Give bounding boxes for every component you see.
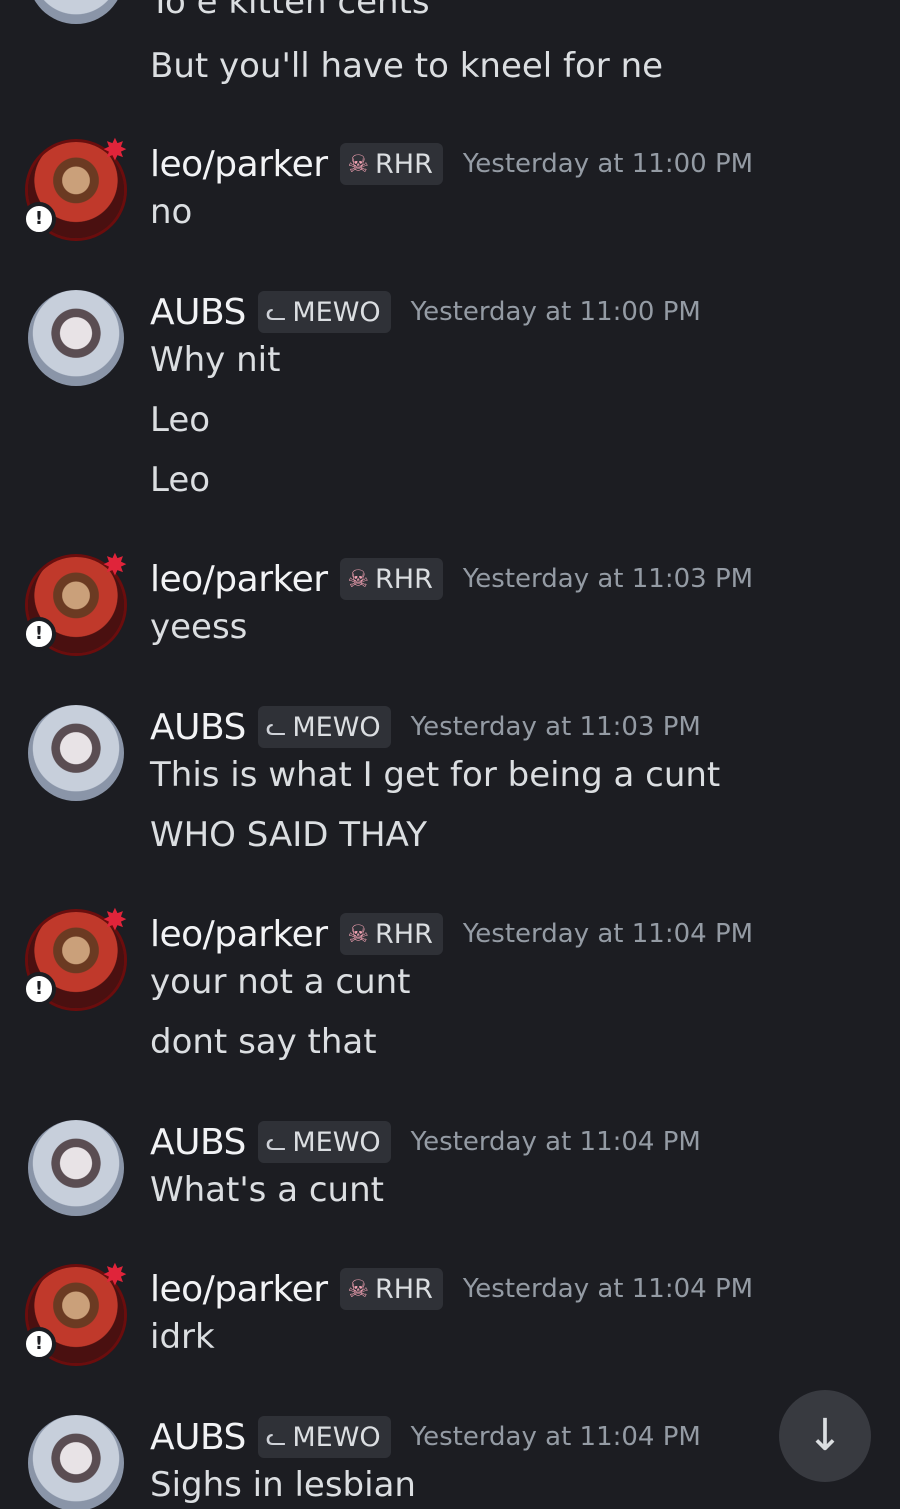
username[interactable]: AUBS (150, 1122, 246, 1163)
server-tag[interactable]: ☠ RHR (339, 913, 443, 955)
server-tag-label: RHR (375, 918, 433, 950)
skull-icon: ☠ (347, 1275, 370, 1303)
anger-emoji-icon: ✸ (102, 548, 128, 583)
anger-emoji-icon: ✸ (102, 1258, 128, 1293)
user-avatar[interactable] (28, 705, 124, 801)
timestamp: Yesterday at 11:03 PM (410, 712, 701, 742)
username[interactable]: leo/parker (150, 559, 328, 600)
server-tag[interactable]: ᓚ MEWO (257, 706, 391, 748)
server-tag-label: RHR (375, 563, 433, 595)
username[interactable]: AUBS (150, 707, 246, 748)
skull-icon: ☠ (347, 150, 370, 178)
jump-to-latest-button[interactable]: ↓ (779, 1390, 871, 1482)
server-tag[interactable]: ☠ RHR (339, 558, 443, 600)
message-header: leo/parker ☠ RHR Yesterday at 11:03 PM (150, 557, 753, 601)
user-avatar[interactable] (28, 1120, 124, 1216)
timestamp: Yesterday at 11:04 PM (410, 1127, 701, 1157)
username[interactable]: leo/parker (150, 144, 328, 185)
cat-icon: ᓚ (265, 713, 287, 741)
message-line: What's a cunt (150, 1170, 384, 1210)
message-header: AUBS ᓚ MEWO Yesterday at 11:03 PM (150, 705, 701, 749)
cat-icon: ᓚ (265, 1423, 287, 1451)
message-header: leo/parker ☠ RHR Yesterday at 11:04 PM (150, 912, 753, 956)
message-line: no (150, 192, 193, 232)
server-tag-label: MEWO (292, 711, 381, 743)
status-alert-icon: ! (22, 972, 56, 1006)
arrow-down-icon: ↓ (806, 1410, 844, 1461)
server-tag[interactable]: ☠ RHR (339, 1268, 443, 1310)
status-alert-icon: ! (22, 1327, 56, 1361)
message-header: AUBS ᓚ MEWO Yesterday at 11:00 PM (150, 290, 701, 334)
message-line: Sighs in lesbian (150, 1465, 416, 1505)
status-alert-icon: ! (22, 202, 56, 236)
chat-message-list[interactable]: To e kitten cents But you'll have to kne… (0, 0, 900, 1509)
server-tag-label: MEWO (292, 296, 381, 328)
message-line: But you'll have to kneel for ne (150, 46, 664, 86)
message-line: WHO SAID THAY (150, 815, 427, 855)
timestamp: Yesterday at 11:04 PM (410, 1422, 701, 1452)
username[interactable]: leo/parker (150, 914, 328, 955)
status-alert-icon: ! (22, 617, 56, 651)
server-tag-label: RHR (375, 1273, 433, 1305)
message-line-cut: To e kitten cents (150, 0, 430, 22)
message-line: dont say that (150, 1022, 377, 1062)
user-avatar[interactable]: ✸ ! (22, 551, 128, 653)
message-line: Why nit (150, 340, 281, 380)
server-tag[interactable]: ᓚ MEWO (257, 291, 391, 333)
message-line: Leo (150, 400, 211, 440)
timestamp: Yesterday at 11:03 PM (462, 564, 754, 594)
message-line: idrk (150, 1317, 215, 1357)
server-tag-label: MEWO (292, 1126, 381, 1158)
server-tag[interactable]: ᓚ MEWO (257, 1121, 391, 1163)
timestamp: Yesterday at 11:04 PM (462, 1274, 754, 1304)
skull-icon: ☠ (347, 920, 370, 948)
timestamp: Yesterday at 11:04 PM (462, 919, 754, 949)
message-line: This is what I get for being a cunt (150, 755, 721, 795)
cat-icon: ᓚ (265, 1128, 287, 1156)
username[interactable]: AUBS (150, 292, 246, 333)
message-header: AUBS ᓚ MEWO Yesterday at 11:04 PM (150, 1120, 701, 1164)
username[interactable]: AUBS (150, 1417, 246, 1458)
timestamp: Yesterday at 11:00 PM (462, 149, 754, 179)
cat-icon: ᓚ (265, 298, 287, 326)
server-tag[interactable]: ☠ RHR (339, 143, 443, 185)
message-header: leo/parker ☠ RHR Yesterday at 11:00 PM (150, 142, 753, 186)
skull-icon: ☠ (347, 565, 370, 593)
user-avatar[interactable] (28, 1415, 124, 1509)
server-tag-label: MEWO (292, 1421, 381, 1453)
message-header: AUBS ᓚ MEWO Yesterday at 11:04 PM (150, 1415, 701, 1459)
message-line: yeess (150, 607, 248, 647)
message-line: your not a cunt (150, 962, 411, 1002)
server-tag[interactable]: ᓚ MEWO (257, 1416, 391, 1458)
username[interactable]: leo/parker (150, 1269, 328, 1310)
message-line: Leo (150, 460, 211, 500)
anger-emoji-icon: ✸ (102, 133, 128, 168)
user-avatar[interactable]: ✸ ! (22, 906, 128, 1008)
server-tag-label: RHR (375, 148, 433, 180)
user-avatar[interactable] (28, 0, 124, 24)
user-avatar[interactable]: ✸ ! (22, 1261, 128, 1363)
anger-emoji-icon: ✸ (102, 903, 128, 938)
timestamp: Yesterday at 11:00 PM (410, 297, 701, 327)
user-avatar[interactable] (28, 290, 124, 386)
user-avatar[interactable]: ✸ ! (22, 136, 128, 238)
message-header: leo/parker ☠ RHR Yesterday at 11:04 PM (150, 1267, 753, 1311)
